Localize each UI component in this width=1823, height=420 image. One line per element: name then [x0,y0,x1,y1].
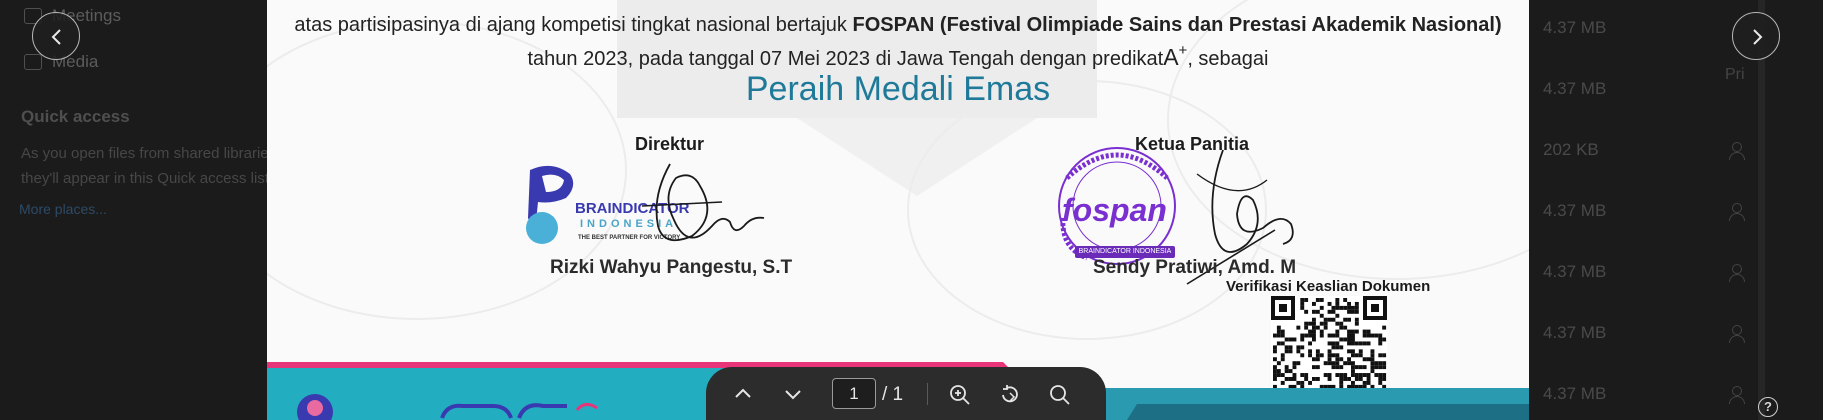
background-file-list: 4.37 MB 4.37 MB Pri 202 KB 4.37 MB 4.37 … [1529,0,1823,420]
file-row[interactable]: 202 KB [1529,122,1823,183]
chevron-right-icon [1753,29,1763,45]
page-toolbar: / 1 [706,367,1106,420]
verification-label: Verifikasi Keaslian Dokumen [1226,278,1431,295]
grade-plus: + [1178,42,1188,59]
line2-prefix: tahun 2023, pada tanggal 07 Mei 2023 di … [527,48,1164,70]
chevron-up-icon [735,388,751,398]
column-fragment: Pri [1725,66,1745,83]
more-places-link[interactable]: More places... [19,201,107,217]
file-row[interactable]: 4.37 MB [1529,366,1823,420]
quick-access-description: As you open files from shared libraries … [21,141,277,191]
background-sidebar: Meetings Media Quick access As you open … [0,0,276,420]
quick-access-desc-line: they'll appear in this Quick access list… [21,170,274,187]
certificate-line-1: atas partisipasinya di ajang kompetisi t… [267,14,1529,37]
grade: A [1163,44,1179,70]
chair-name: Sendy Pratiwi, Amd. M [1093,257,1297,278]
next-file-button[interactable] [1732,12,1780,60]
file-size: 4.37 MB [1543,201,1607,220]
document-page: atas partisipasinya di ajang kompetisi t… [267,0,1529,420]
director-title: Direktur [635,134,705,154]
event-name: FOSPAN (Festival Olimpiade Sains dan Pre… [852,14,1502,36]
file-row[interactable]: 4.37 MB [1529,244,1823,305]
shared-people-icon [1729,386,1751,404]
file-size: 202 KB [1543,140,1599,159]
zoom-in-icon [950,385,970,405]
previous-file-button[interactable] [32,12,80,60]
file-row[interactable]: 4.37 MB [1529,183,1823,244]
next-page-button[interactable] [778,379,808,409]
file-size: 4.37 MB [1543,323,1607,342]
help-icon[interactable]: ? [1758,397,1778,417]
chevron-left-icon [51,29,61,45]
quick-access-desc-line: As you open files from shared libraries [21,145,277,162]
page-total: / 1 [882,384,904,405]
previous-page-button[interactable] [728,379,758,409]
director-signature [641,163,765,242]
seal-mark: fospan [1062,192,1167,228]
shared-people-icon [1729,142,1751,160]
director-name: Rizki Wahyu Pangestu, S.T [550,257,793,278]
search-icon [1050,385,1070,405]
media-icon [24,54,42,70]
shared-people-icon [1729,264,1751,282]
file-size: 4.37 MB [1543,384,1607,403]
line2-suffix: , sebagai [1187,48,1269,70]
certificate-line-2: tahun 2023, pada tanggal 07 Mei 2023 di … [267,42,1529,71]
shared-people-icon [1729,325,1751,343]
rotate-button[interactable] [994,379,1024,409]
achievement-title: Peraih Medali Emas [745,70,1051,108]
line1-prefix: atas partisipasinya di ajang kompetisi t… [294,14,853,36]
file-row[interactable]: 4.37 MB [1529,61,1823,122]
file-size: 4.37 MB [1543,79,1607,98]
rotate-icon [1002,385,1018,403]
shared-people-icon [1729,203,1751,221]
page-number-input[interactable] [832,378,876,409]
zoom-in-button[interactable] [944,379,974,409]
file-row[interactable]: 4.37 MB [1529,305,1823,366]
toolbar-divider [927,383,928,405]
file-size: 4.37 MB [1543,18,1607,37]
search-button[interactable] [1044,379,1074,409]
quick-access-title: Quick access [21,107,130,126]
file-size: 4.37 MB [1543,262,1607,281]
chevron-down-icon [785,390,801,400]
